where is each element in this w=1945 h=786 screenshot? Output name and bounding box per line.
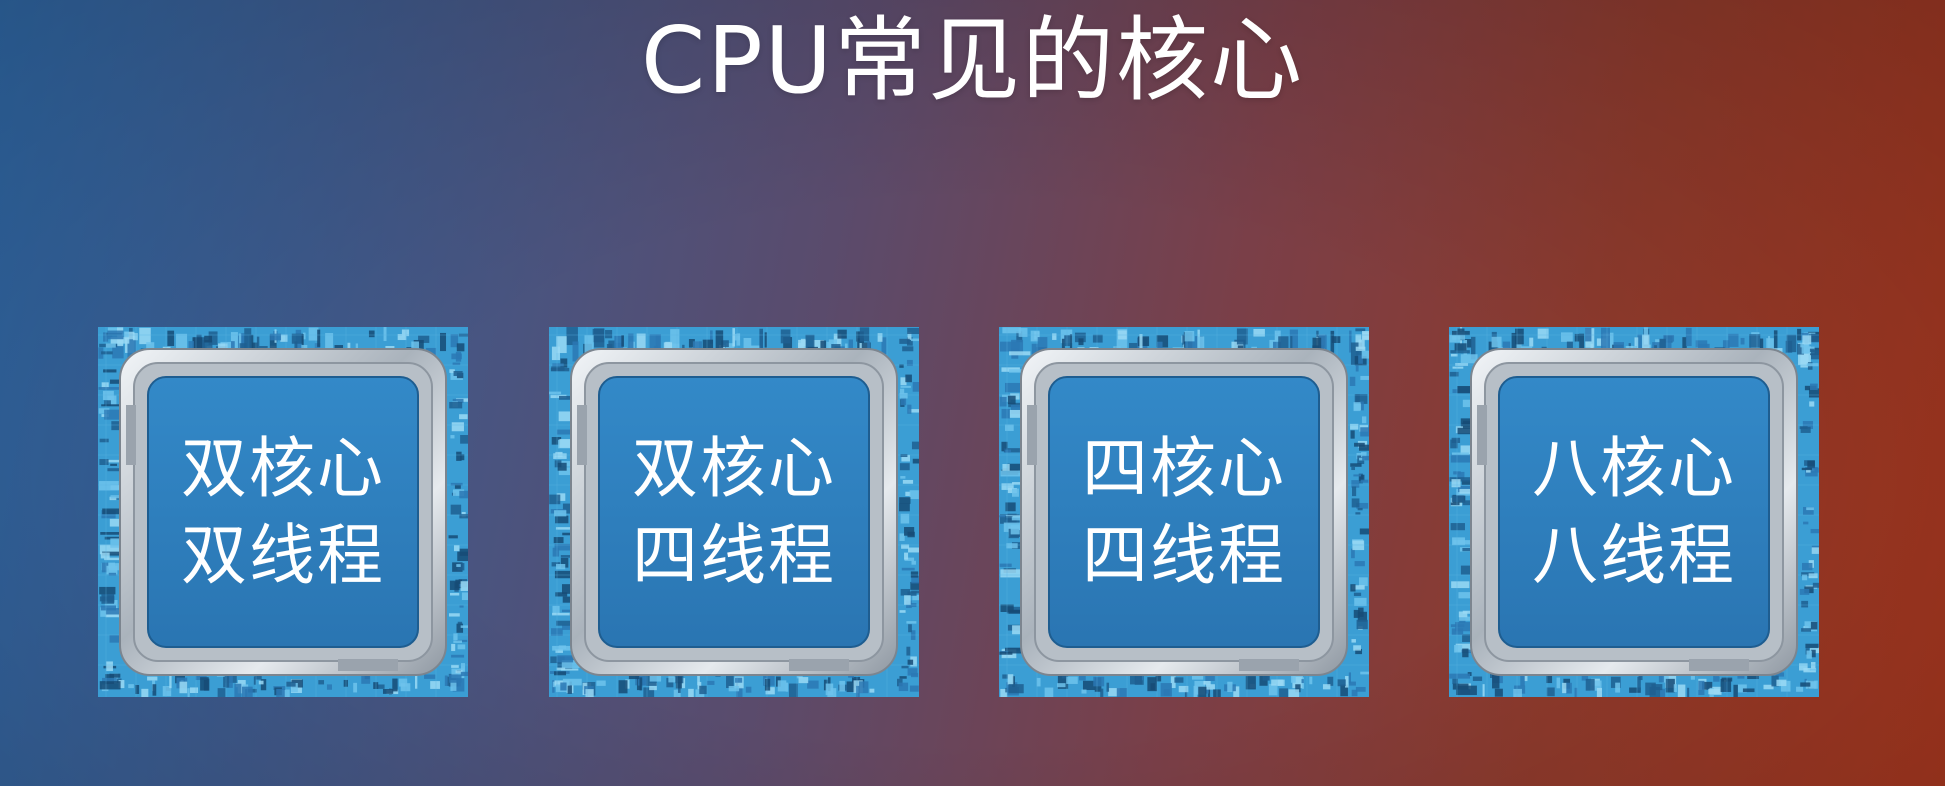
slide-title: CPU常见的核心 (640, 7, 1305, 114)
chip-core-count: 双核心 (181, 429, 385, 507)
chip-label: 四核心 四线程 (1059, 387, 1309, 637)
chip-thread-count: 双线程 (181, 517, 385, 594)
chip-thread-count: 八线程 (1532, 517, 1736, 594)
cpu-chip-quad-core-quad-thread: 四核心 四线程 (999, 327, 1369, 697)
cpu-chip-octa-core-octa-thread: 八核心 八线程 (1449, 327, 1819, 697)
cpu-chip-dual-core-dual-thread: 双核心 双线程 (98, 327, 468, 697)
chip-label: 双核心 双线程 (158, 387, 408, 637)
chip-label: 八核心 八线程 (1509, 387, 1759, 637)
chip-row: 双核心 双线程 双核心 四线程 四核心 四线程 八核心 八线程 (0, 327, 1945, 697)
chip-thread-count: 四线程 (1082, 517, 1286, 594)
cpu-chip-dual-core-quad-thread: 双核心 四线程 (549, 327, 919, 697)
chip-core-count: 八核心 (1532, 429, 1736, 507)
chip-core-count: 双核心 (632, 429, 836, 507)
chip-core-count: 四核心 (1082, 429, 1286, 507)
chip-thread-count: 四线程 (632, 517, 836, 594)
chip-label: 双核心 四线程 (609, 387, 859, 637)
